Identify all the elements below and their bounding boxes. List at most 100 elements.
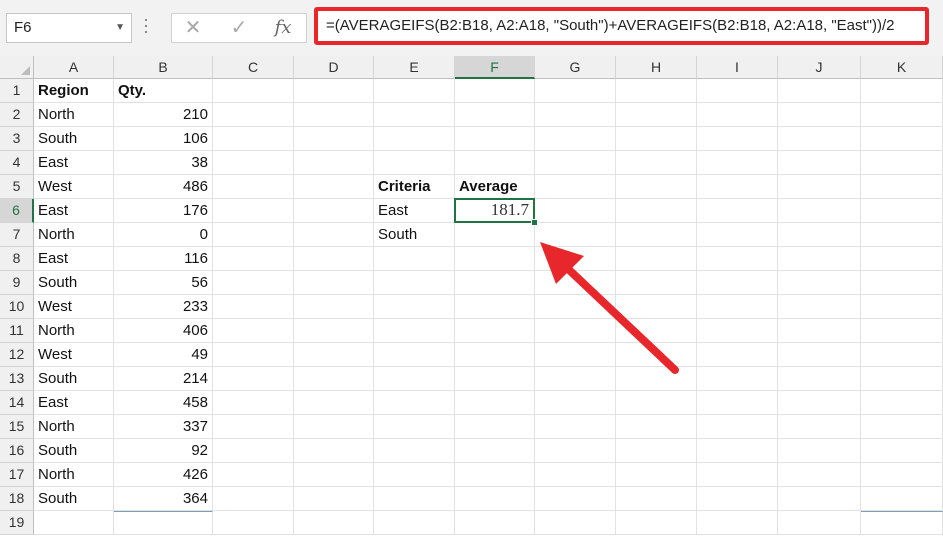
cell-j3[interactable] (778, 127, 861, 151)
cell-f15[interactable] (455, 415, 535, 439)
cell-j4[interactable] (778, 151, 861, 175)
cell-a18[interactable]: South (34, 487, 114, 511)
cell-j11[interactable] (778, 319, 861, 343)
cell-d17[interactable] (294, 463, 374, 487)
cell-h1[interactable] (616, 79, 697, 103)
cell-c10[interactable] (213, 295, 294, 319)
cell-b15[interactable]: 337 (114, 415, 213, 439)
cell-h4[interactable] (616, 151, 697, 175)
cell-i8[interactable] (697, 247, 778, 271)
cell-a9[interactable]: South (34, 271, 114, 295)
cell-h16[interactable] (616, 439, 697, 463)
cell-b12[interactable]: 49 (114, 343, 213, 367)
row-header-7[interactable]: 7 (0, 223, 34, 247)
cell-e17[interactable] (374, 463, 455, 487)
row-header-19[interactable]: 19 (0, 511, 34, 535)
cell-h7[interactable] (616, 223, 697, 247)
cell-b9[interactable]: 56 (114, 271, 213, 295)
cell-h15[interactable] (616, 415, 697, 439)
cell-c12[interactable] (213, 343, 294, 367)
cell-k9[interactable] (861, 271, 943, 295)
cell-b1[interactable]: Qty. (114, 79, 213, 103)
cell-i1[interactable] (697, 79, 778, 103)
cell-i9[interactable] (697, 271, 778, 295)
cell-e14[interactable] (374, 391, 455, 415)
column-header-h[interactable]: H (616, 56, 697, 79)
cell-i4[interactable] (697, 151, 778, 175)
cell-k18[interactable] (861, 487, 943, 511)
cell-g3[interactable] (535, 127, 616, 151)
cell-c17[interactable] (213, 463, 294, 487)
cell-c16[interactable] (213, 439, 294, 463)
cell-c5[interactable] (213, 175, 294, 199)
cell-k8[interactable] (861, 247, 943, 271)
cell-g5[interactable] (535, 175, 616, 199)
cell-c4[interactable] (213, 151, 294, 175)
cell-h2[interactable] (616, 103, 697, 127)
cell-d9[interactable] (294, 271, 374, 295)
cell-h10[interactable] (616, 295, 697, 319)
cell-h14[interactable] (616, 391, 697, 415)
cell-h19[interactable] (616, 511, 697, 535)
cell-a8[interactable]: East (34, 247, 114, 271)
cell-a13[interactable]: South (34, 367, 114, 391)
row-header-16[interactable]: 16 (0, 439, 34, 463)
cell-g13[interactable] (535, 367, 616, 391)
drag-handle-icon[interactable] (144, 19, 148, 39)
cell-b13[interactable]: 214 (114, 367, 213, 391)
cell-a2[interactable]: North (34, 103, 114, 127)
row-header-13[interactable]: 13 (0, 367, 34, 391)
cell-h5[interactable] (616, 175, 697, 199)
cell-i12[interactable] (697, 343, 778, 367)
cell-k14[interactable] (861, 391, 943, 415)
cell-a11[interactable]: North (34, 319, 114, 343)
cell-c8[interactable] (213, 247, 294, 271)
row-header-3[interactable]: 3 (0, 127, 34, 151)
cell-g6[interactable] (535, 199, 616, 223)
column-header-b[interactable]: B (114, 56, 213, 79)
cell-j6[interactable] (778, 199, 861, 223)
cell-k1[interactable] (861, 79, 943, 103)
cell-k16[interactable] (861, 439, 943, 463)
row-header-14[interactable]: 14 (0, 391, 34, 415)
cell-k15[interactable] (861, 415, 943, 439)
cell-g14[interactable] (535, 391, 616, 415)
cell-b5[interactable]: 486 (114, 175, 213, 199)
cell-a12[interactable]: West (34, 343, 114, 367)
cell-b11[interactable]: 406 (114, 319, 213, 343)
cell-a15[interactable]: North (34, 415, 114, 439)
chevron-down-icon[interactable]: ▼ (115, 14, 125, 42)
cell-e1[interactable] (374, 79, 455, 103)
cell-a4[interactable]: East (34, 151, 114, 175)
column-header-d[interactable]: D (294, 56, 374, 79)
row-header-10[interactable]: 10 (0, 295, 34, 319)
row-header-5[interactable]: 5 (0, 175, 34, 199)
select-all-button[interactable] (0, 56, 34, 79)
cell-e5[interactable]: Criteria (374, 175, 455, 199)
cell-g15[interactable] (535, 415, 616, 439)
cell-k13[interactable] (861, 367, 943, 391)
cell-d10[interactable] (294, 295, 374, 319)
cell-h3[interactable] (616, 127, 697, 151)
cell-a3[interactable]: South (34, 127, 114, 151)
cell-h11[interactable] (616, 319, 697, 343)
cell-c7[interactable] (213, 223, 294, 247)
cell-a17[interactable]: North (34, 463, 114, 487)
cell-i14[interactable] (697, 391, 778, 415)
cell-e7[interactable]: South (374, 223, 455, 247)
cell-h18[interactable] (616, 487, 697, 511)
cell-f1[interactable] (455, 79, 535, 103)
cell-d12[interactable] (294, 343, 374, 367)
cell-c13[interactable] (213, 367, 294, 391)
cell-a14[interactable]: East (34, 391, 114, 415)
cell-d19[interactable] (294, 511, 374, 535)
cell-j18[interactable] (778, 487, 861, 511)
cell-e4[interactable] (374, 151, 455, 175)
cell-e15[interactable] (374, 415, 455, 439)
column-header-a[interactable]: A (34, 56, 114, 79)
row-header-17[interactable]: 17 (0, 463, 34, 487)
cell-d16[interactable] (294, 439, 374, 463)
cell-k10[interactable] (861, 295, 943, 319)
cell-i13[interactable] (697, 367, 778, 391)
cell-b4[interactable]: 38 (114, 151, 213, 175)
